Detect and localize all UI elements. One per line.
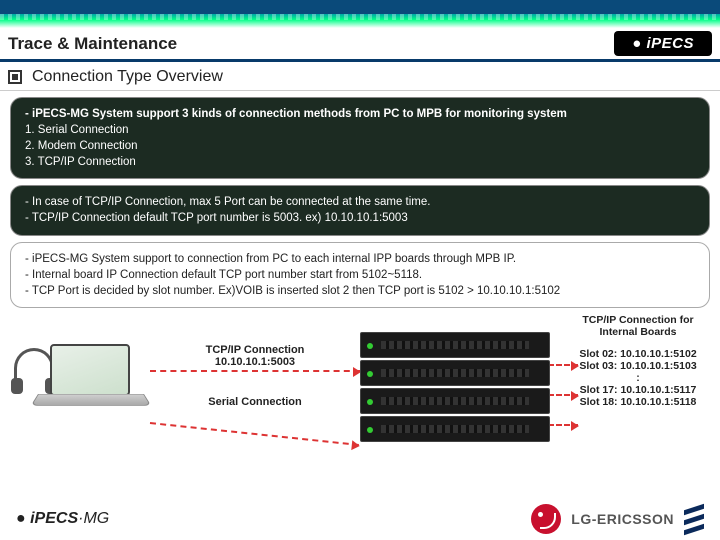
ericsson-stripes-icon bbox=[684, 504, 704, 534]
slot-line: Slot 17: 10.10.10.1:5117 bbox=[562, 384, 714, 396]
connection-diagram: TCP/IP Connection 10.10.10.1:5003 Serial… bbox=[0, 314, 720, 474]
serial-label: Serial Connection bbox=[180, 396, 330, 408]
subtitle-text: Connection Type Overview bbox=[32, 68, 223, 86]
box1-lead: - iPECS-MG System support 3 kinds of con… bbox=[25, 106, 695, 122]
lg-circle-icon bbox=[531, 504, 561, 534]
slot-line: Slot 18: 10.10.10.1:5118 bbox=[562, 396, 714, 408]
content-boxes: - iPECS-MG System support 3 kinds of con… bbox=[0, 91, 720, 308]
subtitle-row: Connection Type Overview bbox=[0, 62, 720, 91]
tcp-addr: 10.10.10.1:5003 bbox=[180, 356, 330, 368]
slot-dots: : bbox=[562, 372, 714, 384]
decorative-strip bbox=[0, 0, 720, 28]
arrow-board-3 bbox=[548, 424, 578, 426]
rack-unit bbox=[360, 388, 550, 414]
page-title: Trace & Maintenance bbox=[8, 34, 614, 54]
box2-line1: - In case of TCP/IP Connection, max 5 Po… bbox=[25, 194, 695, 210]
ipecs-logo-text: iPECS bbox=[646, 35, 694, 52]
bullet-icon bbox=[8, 70, 22, 84]
slot-line: Slot 03: 10.10.10.1:5103 bbox=[562, 360, 714, 372]
ipecs-mg-logo: ● iPECS·MG bbox=[16, 510, 109, 528]
lg-text: LG-ERICSSON bbox=[571, 511, 674, 527]
box1-line2: 2. Modem Connection bbox=[25, 138, 695, 154]
info-box-1: - iPECS-MG System support 3 kinds of con… bbox=[10, 97, 710, 179]
rack-unit bbox=[360, 416, 550, 442]
internal-boards-info: TCP/IP Connection for Internal Boards Sl… bbox=[562, 314, 714, 408]
box1-line3: 3. TCP/IP Connection bbox=[25, 154, 695, 170]
equipment-rack bbox=[360, 332, 550, 444]
footer-logo-text: iPECS bbox=[30, 510, 78, 527]
tcp-label: TCP/IP Connection bbox=[180, 344, 330, 356]
lg-ericsson-logo: LG-ERICSSON bbox=[531, 504, 704, 534]
info-box-2: - In case of TCP/IP Connection, max 5 Po… bbox=[10, 185, 710, 235]
side-heading: TCP/IP Connection for Internal Boards bbox=[562, 314, 714, 338]
footer: ● iPECS·MG LG-ERICSSON bbox=[0, 504, 720, 534]
box1-line1: 1. Serial Connection bbox=[25, 122, 695, 138]
box3-line2: - Internal board IP Connection default T… bbox=[25, 267, 695, 283]
connection-labels: TCP/IP Connection 10.10.10.1:5003 Serial… bbox=[180, 344, 330, 436]
slot-line: Slot 02: 10.10.10.1:5102 bbox=[562, 348, 714, 360]
info-box-3: - iPECS-MG System support to connection … bbox=[10, 242, 710, 308]
box2-line2: - TCP/IP Connection default TCP port num… bbox=[25, 210, 695, 226]
title-bar: Trace & Maintenance ● iPECS bbox=[0, 28, 720, 62]
rack-unit bbox=[360, 332, 550, 358]
laptop-icon bbox=[30, 344, 150, 412]
rack-unit bbox=[360, 360, 550, 386]
box3-line3: - TCP Port is decided by slot number. Ex… bbox=[25, 283, 695, 299]
ipecs-logo: ● iPECS bbox=[614, 31, 712, 56]
footer-logo-suffix: ·MG bbox=[78, 510, 109, 527]
box3-line1: - iPECS-MG System support to connection … bbox=[25, 251, 695, 267]
